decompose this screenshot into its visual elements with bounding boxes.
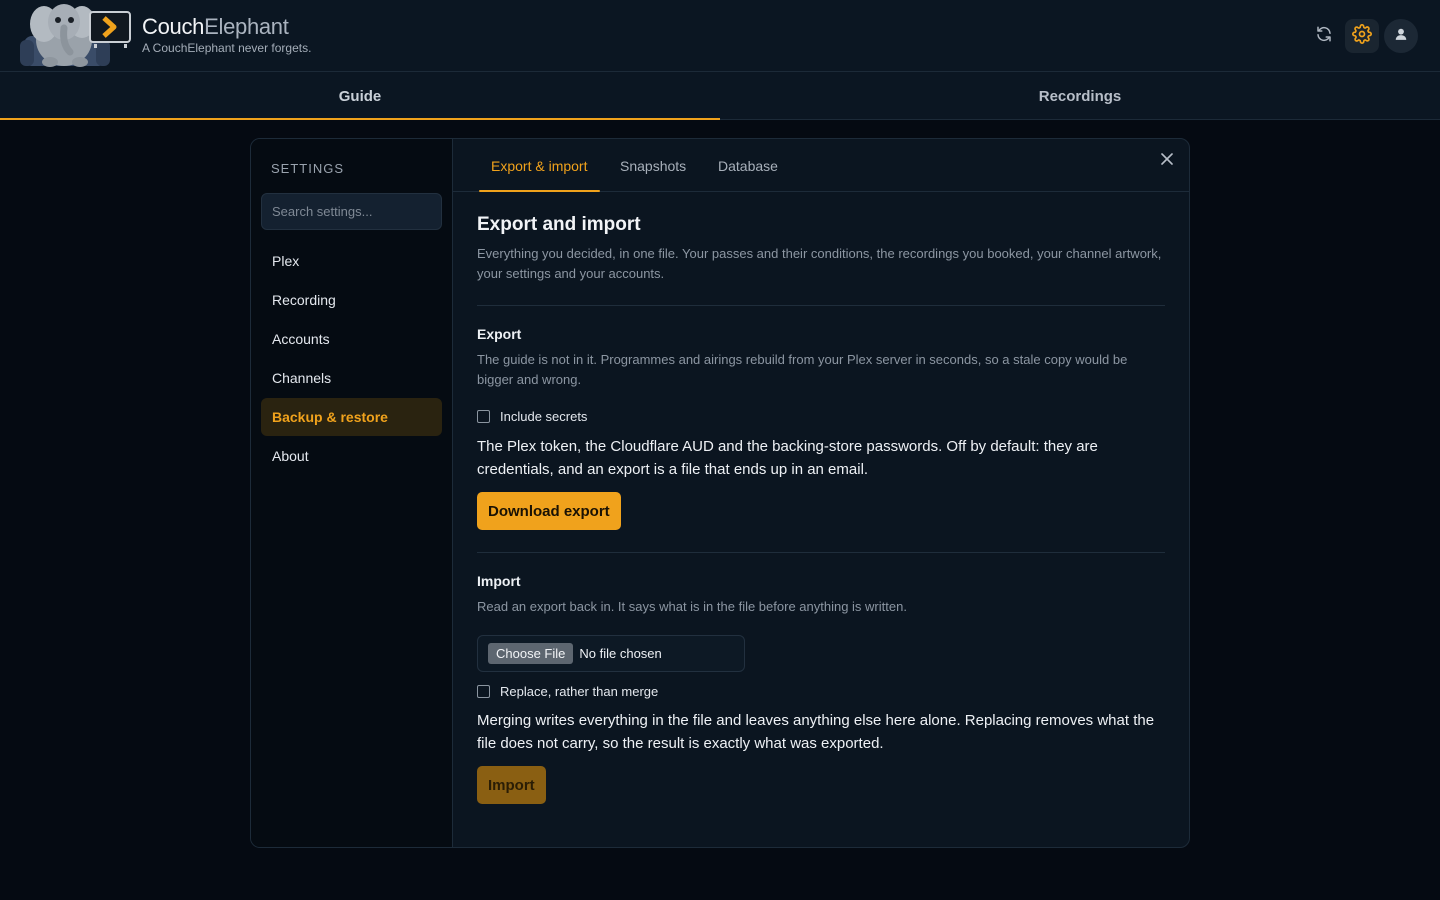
couchelephant-logo[interactable] [20, 0, 132, 70]
tab-export-import[interactable]: Export & import [478, 139, 602, 192]
divider [477, 305, 1165, 306]
import-file-input[interactable]: Choose File No file chosen [477, 635, 745, 672]
page-description: Everything you decided, in one file. You… [477, 246, 1162, 281]
app-name: CouchElephant [142, 14, 311, 40]
refresh-button[interactable] [1307, 19, 1341, 53]
import-button[interactable]: Import [477, 766, 546, 804]
import-heading: Import [477, 573, 521, 589]
import-merge-note: Merging writes everything in the file an… [477, 712, 1155, 752]
sidebar-item-channels[interactable]: Channels [261, 359, 442, 397]
gear-icon [1352, 23, 1372, 49]
sidebar-item-plex[interactable]: Plex [261, 242, 442, 280]
app-name-part2: Elephant [204, 14, 289, 39]
close-button[interactable] [1159, 153, 1175, 169]
download-export-button[interactable]: Download export [477, 492, 621, 530]
tab-snapshots[interactable]: Snapshots [620, 139, 686, 192]
include-secrets-row[interactable]: Include secrets [477, 409, 587, 424]
divider [477, 552, 1165, 553]
include-secrets-checkbox[interactable] [477, 410, 490, 423]
tab-database[interactable]: Database [718, 139, 778, 192]
app-name-part1: Couch [142, 14, 205, 39]
include-secrets-label: Include secrets [500, 409, 588, 424]
settings-sidebar: SETTINGS Plex Recording Accounts Channel… [251, 139, 453, 847]
sidebar-item-about[interactable]: About [261, 437, 442, 475]
page-title: Export and import [477, 214, 641, 235]
settings-search-input[interactable] [261, 193, 442, 230]
replace-row[interactable]: Replace, rather than merge [477, 684, 658, 699]
settings-content: Export & import Snapshots Database Expor… [453, 139, 1189, 847]
app-header: CouchElephant A CouchElephant never forg… [0, 0, 1440, 72]
sidebar-item-accounts[interactable]: Accounts [261, 320, 442, 358]
replace-label: Replace, rather than merge [500, 684, 659, 699]
settings-tabs: Export & import Snapshots Database [453, 139, 1189, 192]
user-icon [1394, 27, 1408, 46]
export-description: The guide is not in it. Programmes and a… [477, 352, 1128, 387]
nav-tab-guide[interactable]: Guide [0, 72, 720, 120]
sidebar-item-backup-restore[interactable]: Backup & restore [261, 398, 442, 436]
import-description: Read an export back in. It says what is … [477, 599, 907, 614]
nav-tab-recordings[interactable]: Recordings [720, 72, 1440, 120]
export-heading: Export [477, 326, 522, 342]
account-button[interactable] [1384, 19, 1418, 53]
close-icon [1161, 152, 1173, 170]
replace-checkbox[interactable] [477, 685, 490, 698]
sidebar-item-recording[interactable]: Recording [261, 281, 442, 319]
brand: CouchElephant A CouchElephant never forg… [142, 14, 311, 55]
main-nav: Guide Recordings [0, 72, 1440, 120]
choose-file-button[interactable]: Choose File [488, 643, 574, 664]
settings-title: SETTINGS [271, 161, 345, 176]
file-status: No file chosen [579, 646, 662, 661]
settings-button[interactable] [1345, 19, 1379, 53]
settings-dialog: SETTINGS Plex Recording Accounts Channel… [250, 138, 1190, 848]
export-secrets-note: The Plex token, the Cloudflare AUD and t… [477, 438, 1098, 478]
app-tagline: A CouchElephant never forgets. [142, 41, 312, 55]
refresh-icon [1315, 25, 1333, 48]
